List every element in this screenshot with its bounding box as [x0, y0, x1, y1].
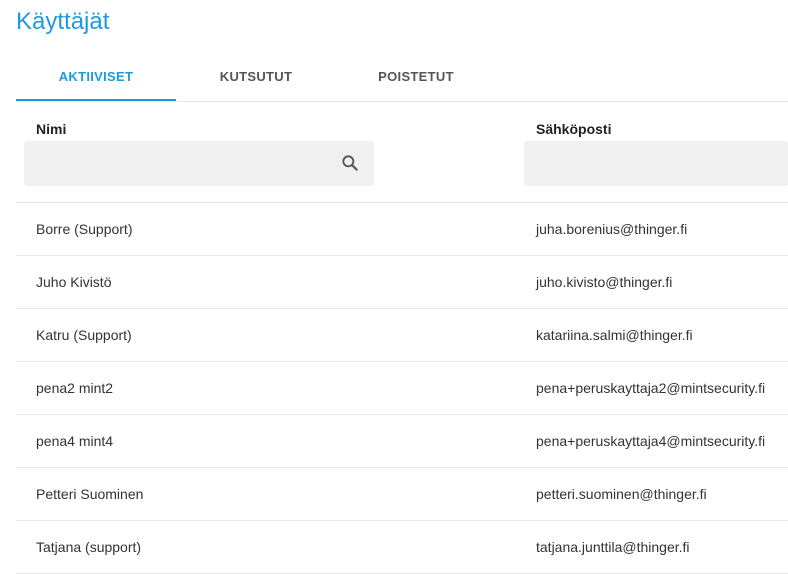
table-row[interactable]: Katru (Support) katariina.salmi@thinger.… — [16, 309, 788, 362]
search-icon[interactable] — [340, 153, 360, 173]
user-email: pena+peruskayttaja4@mintsecurity.fi — [536, 433, 766, 449]
user-email: juha.borenius@thinger.fi — [536, 221, 688, 237]
user-email: pena+peruskayttaja2@mintsecurity.fi — [536, 380, 766, 396]
table-row[interactable]: Borre (Support) juha.borenius@thinger.fi — [16, 203, 788, 256]
page-title: Käyttäjät — [16, 8, 110, 35]
table-row[interactable]: Tatjana (support) tatjana.junttila@thing… — [16, 521, 788, 574]
user-name: Borre (Support) — [36, 221, 133, 237]
user-name: Katru (Support) — [36, 327, 132, 343]
email-filter-input[interactable] — [524, 141, 788, 186]
tab-aktiiviset[interactable]: AKTIIVISET — [16, 52, 176, 101]
user-email: tatjana.junttila@thinger.fi — [536, 539, 690, 555]
user-email: katariina.salmi@thinger.fi — [536, 327, 693, 343]
table-row[interactable]: pena4 mint4 pena+peruskayttaja4@mintsecu… — [16, 415, 788, 468]
user-name: Tatjana (support) — [36, 539, 142, 555]
name-filter-input[interactable] — [24, 141, 374, 186]
tab-poistetut[interactable]: POISTETUT — [336, 52, 496, 100]
tab-bar: AKTIIVISET KUTSUTUT POISTETUT — [16, 52, 788, 102]
user-name: Juho Kivistö — [36, 274, 112, 290]
column-header-email[interactable]: Sähköposti — [536, 121, 611, 137]
table-row[interactable]: Petteri Suominen petteri.suominen@thinge… — [16, 468, 788, 521]
name-filter — [24, 141, 374, 186]
user-name: pena4 mint4 — [36, 433, 114, 449]
email-filter — [524, 141, 788, 186]
user-email: juho.kivisto@thinger.fi — [536, 274, 673, 290]
user-email: petteri.suominen@thinger.fi — [536, 486, 707, 502]
user-name: pena2 mint2 — [36, 380, 114, 396]
tab-kutsutut[interactable]: KUTSUTUT — [176, 52, 336, 100]
table-row[interactable]: Juho Kivistö juho.kivisto@thinger.fi — [16, 256, 788, 309]
user-table: Borre (Support) juha.borenius@thinger.fi… — [16, 202, 788, 574]
user-name: Petteri Suominen — [36, 486, 144, 502]
column-header-name[interactable]: Nimi — [36, 121, 66, 137]
table-row[interactable]: pena2 mint2 pena+peruskayttaja2@mintsecu… — [16, 362, 788, 415]
